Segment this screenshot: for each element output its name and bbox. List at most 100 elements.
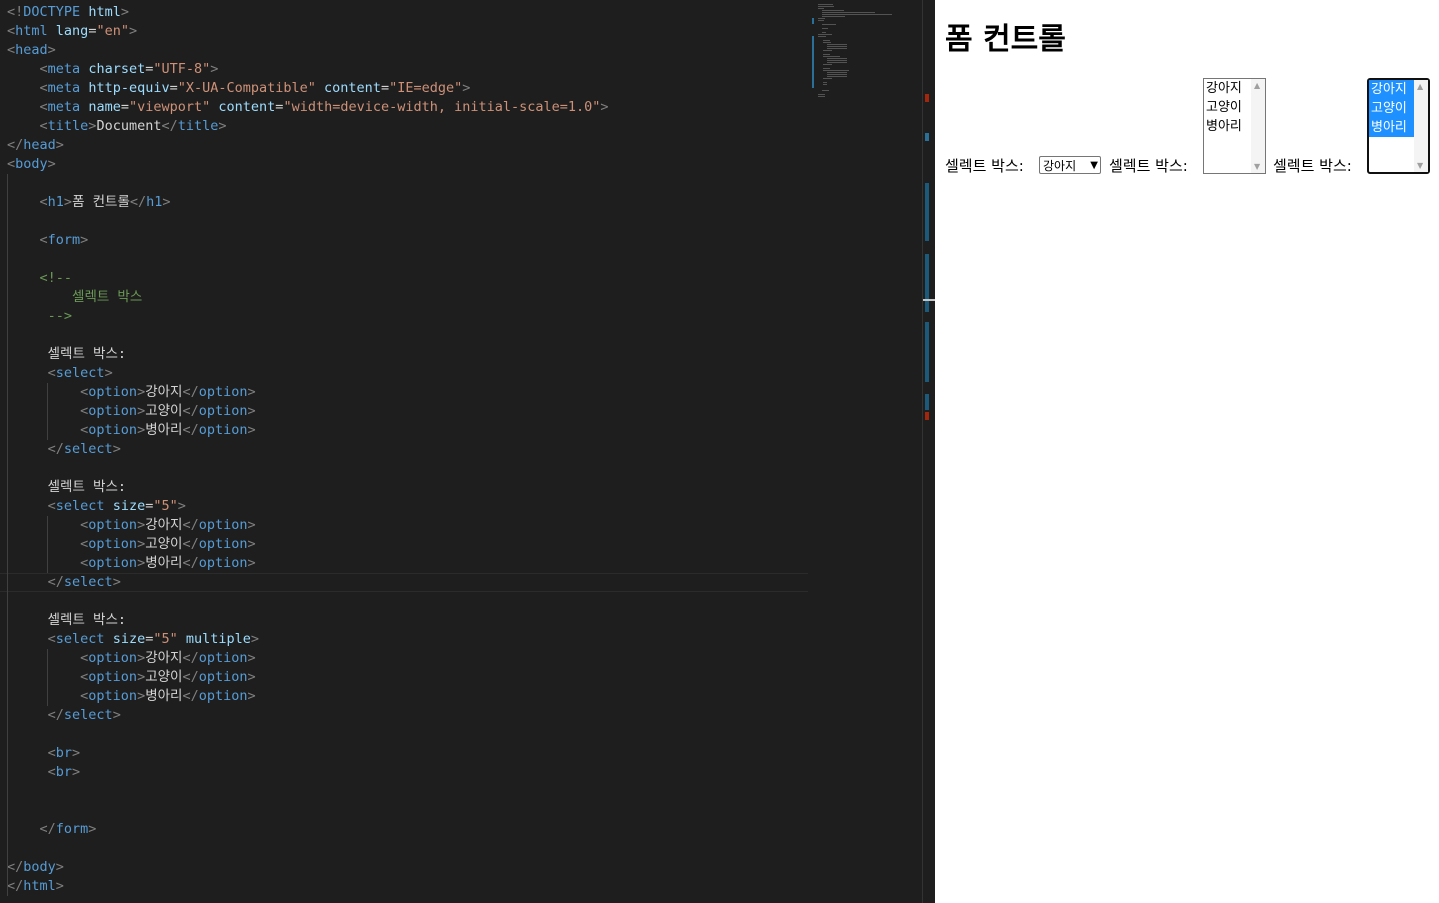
minimap[interactable] bbox=[810, 0, 910, 100]
scroll-up-icon[interactable]: ▲ bbox=[1417, 82, 1423, 91]
code-line[interactable]: 셀렉트 박스: bbox=[7, 611, 807, 630]
code-token: > bbox=[210, 61, 219, 77]
minimap-line bbox=[822, 10, 844, 11]
code-line[interactable] bbox=[7, 174, 807, 193]
code-line[interactable]: <title>Document</title> bbox=[7, 117, 807, 136]
code-line[interactable]: <option>강아지</option> bbox=[7, 516, 807, 535]
minimap-line bbox=[827, 60, 847, 61]
code-line[interactable]: <h1>폼 컨트롤</h1> bbox=[7, 193, 807, 212]
scroll-down-icon[interactable]: ▼ bbox=[1254, 162, 1260, 171]
code-line[interactable] bbox=[7, 459, 807, 478]
multi-listbox-scrollbar[interactable]: ▲ ▼ bbox=[1414, 80, 1428, 172]
code-token: < bbox=[39, 61, 48, 77]
code-line[interactable]: <meta http-equiv="X-UA-Compatible" conte… bbox=[7, 79, 807, 98]
code-line[interactable]: <br> bbox=[7, 763, 807, 782]
indent-guide bbox=[7, 877, 8, 896]
multi-option[interactable]: 고양이 bbox=[1369, 99, 1415, 118]
code-line[interactable] bbox=[7, 212, 807, 231]
code-line[interactable]: </select> bbox=[7, 706, 807, 725]
code-line[interactable]: <form> bbox=[7, 231, 807, 250]
code-line[interactable]: <option>고양이</option> bbox=[7, 535, 807, 554]
minimap-line bbox=[818, 94, 825, 95]
code-line[interactable]: <!DOCTYPE html> bbox=[7, 3, 807, 22]
code-line[interactable]: </head> bbox=[7, 136, 807, 155]
code-line[interactable]: <option>강아지</option> bbox=[7, 383, 807, 402]
code-token: 셀렉트 박스: bbox=[7, 612, 126, 628]
code-editor[interactable]: <!DOCTYPE html> <html lang="en"> <head> <m… bbox=[0, 0, 935, 903]
code-area[interactable]: <!DOCTYPE html> <html lang="en"> <head> <m… bbox=[7, 3, 807, 896]
code-line[interactable]: <html lang="en"> bbox=[7, 22, 807, 41]
multi-select-listbox[interactable]: 강아지 고양이 병아리 ▲ ▼ bbox=[1367, 78, 1430, 174]
code-line[interactable]: <!-- bbox=[7, 269, 807, 288]
code-line[interactable]: <meta charset="UTF-8"> bbox=[7, 60, 807, 79]
code-token: name bbox=[88, 99, 121, 115]
code-line[interactable]: <body> bbox=[7, 155, 807, 174]
code-line[interactable] bbox=[7, 839, 807, 858]
multi-option[interactable]: 강아지 bbox=[1369, 80, 1415, 99]
dropdown-select[interactable]: 강아지 ▼ bbox=[1039, 156, 1101, 174]
code-line[interactable]: --> bbox=[7, 307, 807, 326]
minimap-line bbox=[827, 74, 847, 75]
code-line[interactable]: </select> bbox=[0, 573, 808, 592]
code-token: meta bbox=[47, 61, 81, 77]
code-line[interactable]: <head> bbox=[7, 41, 807, 60]
listbox-scrollbar[interactable]: ▲ ▼ bbox=[1251, 79, 1265, 173]
minimap-line bbox=[823, 68, 830, 69]
scroll-up-icon[interactable]: ▲ bbox=[1254, 81, 1260, 90]
code-line[interactable]: <option>고양이</option> bbox=[7, 402, 807, 421]
code-token: > bbox=[247, 536, 256, 552]
code-token: 셀렉트 박스: bbox=[7, 346, 126, 362]
code-line[interactable]: </body> bbox=[7, 858, 807, 877]
listbox-option[interactable]: 고양이 bbox=[1204, 98, 1250, 117]
browser-preview: 폼 컨트롤 셀렉트 박스: 강아지 ▼ 셀렉트 박스: 강아지 고양이 병아리 … bbox=[935, 0, 1439, 903]
minimap-line bbox=[823, 82, 827, 83]
code-token: > bbox=[247, 669, 256, 685]
code-token: option bbox=[88, 517, 138, 533]
code-line[interactable]: </form> bbox=[7, 820, 807, 839]
code-token: option bbox=[88, 403, 138, 419]
editor-scrollbar[interactable] bbox=[922, 0, 935, 903]
scroll-down-icon[interactable]: ▼ bbox=[1417, 161, 1423, 170]
code-line[interactable]: 셀렉트 박스 bbox=[7, 288, 807, 307]
code-line[interactable]: <option>병아리</option> bbox=[7, 554, 807, 573]
code-line[interactable]: <select size="5"> bbox=[7, 497, 807, 516]
listbox-option[interactable]: 강아지 bbox=[1204, 79, 1250, 98]
code-line[interactable]: </select> bbox=[7, 440, 807, 459]
code-line[interactable] bbox=[7, 326, 807, 345]
code-line[interactable] bbox=[7, 782, 807, 801]
code-line[interactable]: 셀렉트 박스: bbox=[7, 478, 807, 497]
code-token: </ bbox=[182, 650, 199, 666]
code-line[interactable]: <meta name="viewport" content="width=dev… bbox=[7, 98, 807, 117]
code-line[interactable]: </html> bbox=[7, 877, 807, 896]
listbox-option[interactable]: 병아리 bbox=[1204, 117, 1250, 136]
multi-option[interactable]: 병아리 bbox=[1369, 118, 1415, 137]
code-line[interactable] bbox=[7, 250, 807, 269]
code-token: < bbox=[47, 745, 56, 761]
code-line[interactable]: <option>병아리</option> bbox=[7, 421, 807, 440]
code-line[interactable]: <select> bbox=[7, 364, 807, 383]
code-token: "5" bbox=[153, 498, 178, 514]
code-line[interactable]: <option>강아지</option> bbox=[7, 649, 807, 668]
code-line[interactable] bbox=[7, 801, 807, 820]
code-token: </ bbox=[182, 422, 199, 438]
code-line[interactable]: <option>병아리</option> bbox=[7, 687, 807, 706]
minimap-change-marker bbox=[812, 62, 814, 76]
code-line[interactable] bbox=[7, 725, 807, 744]
code-line[interactable]: 셀렉트 박스: bbox=[7, 345, 807, 364]
indent-guide bbox=[7, 440, 8, 459]
listbox-select[interactable]: 강아지 고양이 병아리 ▲ ▼ bbox=[1203, 78, 1266, 174]
code-line[interactable]: <select size="5" multiple> bbox=[7, 630, 807, 649]
code-line[interactable]: <option>고양이</option> bbox=[7, 668, 807, 687]
code-line[interactable]: <br> bbox=[7, 744, 807, 763]
code-line[interactable] bbox=[7, 592, 807, 611]
code-token: </ bbox=[39, 821, 56, 837]
code-token: > bbox=[137, 403, 146, 419]
